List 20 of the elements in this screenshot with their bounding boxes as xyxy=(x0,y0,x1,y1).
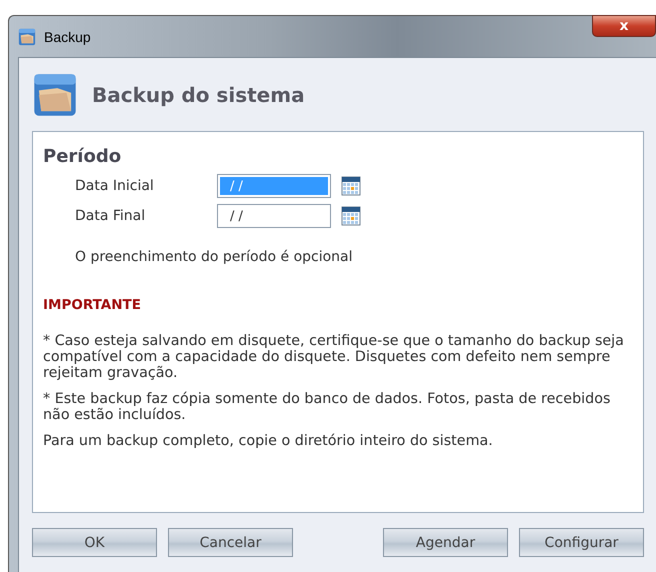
dialog-button[interactable]: Configurar xyxy=(519,528,644,557)
dialog-button[interactable]: Cancelar xyxy=(168,528,293,557)
info-paragraph: * Este backup faz cópia somente do banco de dados. Fotos, pasta de recebidos não estão incluídos. xyxy=(43,391,612,423)
field-label: Data Inicial xyxy=(75,178,155,194)
close-button[interactable]: x xyxy=(592,15,656,37)
section-title: Período xyxy=(43,146,122,167)
folder-box-icon xyxy=(32,72,78,118)
calendar-icon[interactable] xyxy=(341,176,361,196)
date-field[interactable]: / / xyxy=(217,204,331,228)
field-label: Data Final xyxy=(75,208,146,224)
info-paragraph: * Caso esteja salvando em disquete, certifique-se que o tamanho do backup seja compatível com a capacidade do disquete. Disquetes com defeito nem sempre rejeitam gravação. xyxy=(43,333,625,381)
window-title: Backup xyxy=(44,28,91,44)
dialog-button[interactable]: OK xyxy=(32,528,157,557)
calendar-icon[interactable] xyxy=(341,206,361,226)
folder-box-icon xyxy=(18,28,36,46)
optional-note: O preenchimento do período é opcional xyxy=(75,249,354,265)
info-paragraph: Para um backup completo, copie o diretório inteiro do sistema. xyxy=(43,433,494,449)
dialog-heading: Backup do sistema xyxy=(92,82,305,106)
important-heading: IMPORTANTE xyxy=(43,297,142,313)
dialog-button[interactable]: Agendar xyxy=(383,528,508,557)
